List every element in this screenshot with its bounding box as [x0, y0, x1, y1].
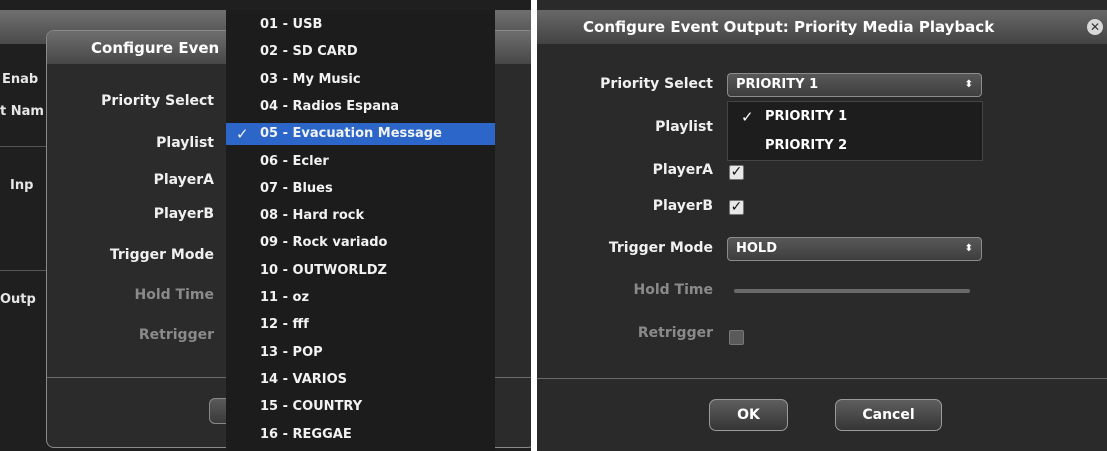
- checkmark-icon: ✓: [730, 164, 743, 180]
- playlist-menu-item-label: 07 - Blues: [260, 180, 333, 196]
- trigger-mode-value: HOLD: [736, 241, 778, 256]
- checkmark-icon: ✓: [741, 108, 754, 126]
- playlist-menu-item[interactable]: 15 - COUNTRY: [226, 396, 495, 418]
- label-retrigger: Retrigger: [138, 327, 214, 343]
- playlist-menu-item[interactable]: 12 - fff: [226, 314, 495, 336]
- label-player-b: PlayerB: [153, 206, 214, 222]
- priority-select-value: PRIORITY 1: [736, 77, 819, 92]
- label-playlist: Playlist: [156, 135, 214, 151]
- playlist-menu-item[interactable]: 03 - My Music: [226, 69, 495, 91]
- background-divider: [0, 270, 50, 271]
- playlist-menu-item-label: 05 - Evacuation Message: [260, 126, 442, 142]
- trigger-mode-dropdown[interactable]: HOLD ⬍: [727, 237, 982, 261]
- checkmark-icon: ✓: [730, 199, 743, 215]
- background-label-input: Inp: [10, 178, 34, 193]
- priority-option-label: PRIORITY 1: [765, 109, 848, 124]
- ok-button[interactable]: OK: [709, 399, 788, 431]
- playlist-menu-item[interactable]: 14 - VARIOS: [226, 369, 495, 391]
- playlist-menu-item-label: 12 - fff: [260, 317, 309, 333]
- dialog-title: Configure Event Output: Priority Media P…: [583, 18, 995, 36]
- player-a-checkbox[interactable]: ✓: [729, 165, 744, 180]
- priority-option-label: PRIORITY 2: [765, 138, 848, 153]
- updown-arrows-icon: ⬍: [964, 79, 973, 90]
- playlist-menu-item[interactable]: 09 - Rock variado: [226, 232, 495, 254]
- background-label-enable: Enab: [2, 72, 39, 87]
- retrigger-checkbox[interactable]: [729, 330, 744, 345]
- dialog-title: Configure Even: [91, 39, 220, 57]
- label-hold-time: Hold Time: [633, 282, 713, 298]
- playlist-menu-item-label: 14 - VARIOS: [260, 371, 348, 387]
- background-label-output: Outp: [0, 292, 36, 307]
- label-trigger-mode: Trigger Mode: [109, 247, 214, 263]
- label-priority-select: Priority Select: [600, 76, 713, 92]
- updown-arrows-icon: ⬍: [964, 243, 973, 254]
- dialog-divider: [537, 378, 1107, 379]
- cancel-button[interactable]: Cancel: [835, 399, 942, 431]
- checkmark-icon: ✓: [236, 125, 249, 144]
- label-retrigger: Retrigger: [637, 325, 713, 341]
- playlist-menu-item[interactable]: 10 - OUTWORLDZ: [226, 260, 495, 282]
- label-priority-select: Priority Select: [101, 93, 214, 109]
- playlist-menu-item-label: 11 - oz: [260, 290, 310, 305]
- playlist-menu-item[interactable]: 13 - POP: [226, 342, 495, 364]
- label-player-b: PlayerB: [652, 198, 713, 214]
- close-icon[interactable]: ✕: [1087, 19, 1103, 35]
- playlist-menu-item[interactable]: 06 - Ecler: [226, 151, 495, 173]
- playlist-menu-item-label: 08 - Hard rock: [260, 208, 365, 224]
- priority-option[interactable]: PRIORITY 2: [728, 135, 982, 157]
- priority-select-dropdown[interactable]: PRIORITY 1 ⬍: [727, 73, 982, 97]
- playlist-menu-item[interactable]: 02 - SD CARD: [226, 41, 495, 63]
- label-player-a: PlayerA: [652, 162, 713, 178]
- playlist-menu-item-label: 03 - My Music: [260, 71, 361, 87]
- background-divider: [0, 146, 50, 147]
- playlist-menu-item[interactable]: 16 - REGGAE: [226, 424, 495, 446]
- playlist-menu-item[interactable]: ✓ 05 - Evacuation Message: [226, 123, 495, 146]
- playlist-menu-item-label: 15 - COUNTRY: [260, 399, 363, 415]
- label-playlist: Playlist: [655, 119, 713, 135]
- playlist-menu-item[interactable]: 07 - Blues: [226, 178, 495, 200]
- playlist-menu-item-label: 16 - REGGAE: [260, 426, 352, 442]
- playlist-menu-item-label: 09 - Rock variado: [260, 235, 388, 251]
- playlist-menu-item-label: 13 - POP: [260, 344, 323, 360]
- priority-option[interactable]: ✓ PRIORITY 1: [728, 106, 982, 128]
- playlist-menu-item-label: 04 - Radios Espana: [260, 98, 400, 114]
- background-label-name: t Nam: [0, 104, 44, 119]
- playlist-menu-item-label: 02 - SD CARD: [260, 44, 358, 60]
- playlist-dropdown-menu[interactable]: 01 - USB 02 - SD CARD 03 - My Music 04 - Ra…: [226, 10, 495, 451]
- playlist-menu-item-label: 10 - OUTWORLDZ: [260, 262, 387, 278]
- playlist-menu-item[interactable]: 01 - USB: [226, 14, 495, 36]
- dialog-titlebar: Configure Event Output: Priority Media P…: [537, 10, 1107, 44]
- playlist-menu-item[interactable]: 04 - Radios Espana: [226, 96, 495, 118]
- label-trigger-mode: Trigger Mode: [608, 240, 713, 256]
- label-hold-time: Hold Time: [134, 287, 214, 303]
- player-b-checkbox[interactable]: ✓: [729, 200, 744, 215]
- hold-time-slider[interactable]: [734, 289, 970, 293]
- left-screenshot-panel: Enab t Nam Inp Outp ck Configure Even Pr…: [0, 0, 531, 451]
- playlist-menu-item[interactable]: 11 - oz: [226, 287, 495, 309]
- right-screenshot-panel: Configure Event Output: Priority Media P…: [537, 0, 1107, 451]
- priority-dropdown-menu[interactable]: ✓ PRIORITY 1 PRIORITY 2: [727, 101, 983, 161]
- label-player-a: PlayerA: [153, 172, 214, 188]
- playlist-menu-item-label: 01 - USB: [260, 17, 323, 32]
- playlist-menu-item-label: 06 - Ecler: [260, 153, 329, 169]
- playlist-menu-item[interactable]: 08 - Hard rock: [226, 205, 495, 227]
